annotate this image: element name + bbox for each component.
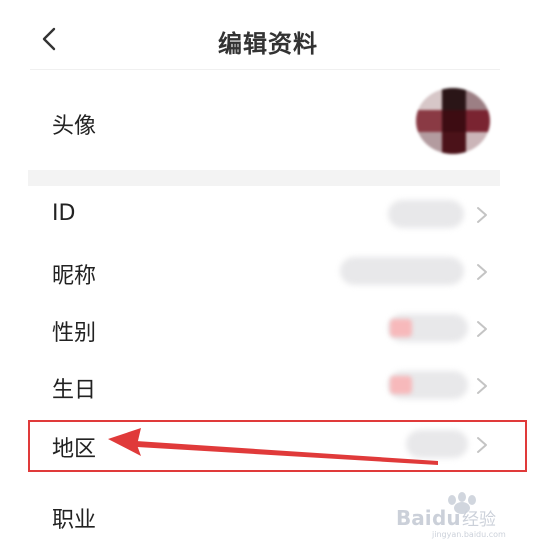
row-label-region: 地区	[52, 437, 97, 462]
gender-value-accent	[390, 319, 412, 337]
avatar-label: 头像	[52, 114, 97, 139]
chevron-right-icon	[474, 203, 490, 227]
row-occupation[interactable]: 职业	[0, 487, 536, 544]
row-birthday[interactable]: 生日	[0, 357, 536, 414]
page-title: 编辑资料	[218, 30, 318, 58]
row-label-id: ID	[52, 201, 76, 226]
chevron-right-icon	[474, 433, 490, 457]
row-label-gender: 性别	[52, 321, 97, 346]
row-label-occupation: 职业	[52, 508, 97, 533]
id-value-blurred	[388, 200, 464, 228]
edit-profile-screen: 编辑资料 头像 ID 昵称 性别 生日 地区 职业 Bai du 经验 jing…	[0, 0, 536, 551]
chevron-right-icon	[474, 374, 490, 398]
row-region[interactable]: 地区	[0, 416, 536, 473]
region-value-blurred	[406, 430, 468, 458]
row-label-nickname: 昵称	[52, 264, 97, 289]
avatar-row[interactable]: 头像	[0, 70, 536, 170]
avatar[interactable]	[416, 88, 490, 154]
row-gender[interactable]: 性别	[0, 300, 536, 357]
nickname-value-blurred	[340, 257, 464, 285]
section-divider	[28, 170, 500, 186]
header: 编辑资料	[0, 0, 536, 70]
chevron-right-icon	[474, 260, 490, 284]
chevron-right-icon	[474, 317, 490, 341]
row-nickname[interactable]: 昵称	[0, 243, 536, 300]
row-id[interactable]: ID	[0, 186, 536, 243]
row-label-birthday: 生日	[52, 378, 97, 403]
birthday-value-accent	[390, 376, 412, 394]
